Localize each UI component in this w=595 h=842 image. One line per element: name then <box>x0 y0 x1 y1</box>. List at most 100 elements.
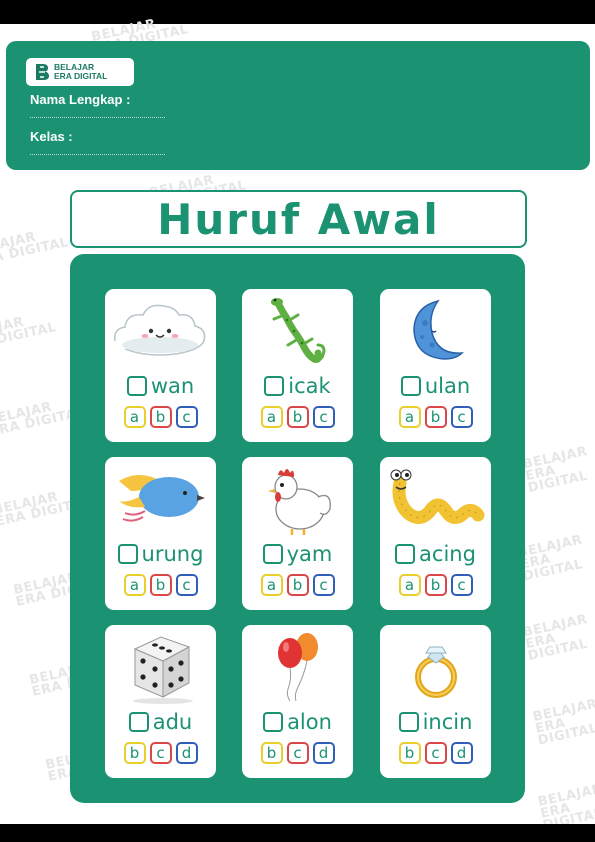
letter-option[interactable]: c <box>450 406 473 428</box>
word-fragment: adu <box>152 710 193 734</box>
page-title: Huruf Awal <box>157 194 440 244</box>
bird-icon <box>105 461 216 539</box>
word-fragment: incin <box>422 710 473 734</box>
watermark: BELAJARERA DIGITAL <box>516 532 585 585</box>
letter-option[interactable]: a <box>260 574 283 596</box>
brand-mark-icon <box>34 63 50 81</box>
watermark: BELAJARERA DIGITAL <box>521 444 590 496</box>
letter-options: a b c <box>105 574 216 596</box>
watermark: BELAJARERA DIGITAL <box>531 696 595 749</box>
name-input-line[interactable] <box>30 117 165 118</box>
word-prompt: yam <box>242 539 353 569</box>
letter-options: a b c <box>242 574 353 596</box>
word-fragment: wan <box>150 374 195 398</box>
letter-option[interactable]: b <box>286 406 309 428</box>
letter-option[interactable]: b <box>260 742 283 764</box>
worksheet-header: BELAJAR ERA DIGITAL Nama Lengkap : Kelas… <box>6 41 590 170</box>
word-prompt: wan <box>105 371 216 401</box>
title-box: Huruf Awal <box>70 190 527 248</box>
letter-option[interactable]: c <box>312 406 335 428</box>
word-prompt: urung <box>105 539 216 569</box>
dice-icon <box>105 629 216 707</box>
answer-box[interactable] <box>400 376 421 396</box>
letter-options: a b c <box>105 406 216 428</box>
balloon-icon <box>242 629 353 707</box>
word-prompt: incin <box>380 707 491 737</box>
chicken-icon <box>242 461 353 539</box>
letter-option[interactable]: a <box>398 574 421 596</box>
name-label: Nama Lengkap : <box>30 92 131 107</box>
word-fragment: urung <box>141 542 204 566</box>
word-prompt: ulan <box>380 371 491 401</box>
letter-option[interactable]: b <box>149 574 172 596</box>
letter-option[interactable]: b <box>286 574 309 596</box>
letter-option[interactable]: c <box>450 574 473 596</box>
letter-option[interactable]: a <box>123 574 146 596</box>
answer-box[interactable] <box>264 376 285 396</box>
bottom-black-bar <box>0 824 595 842</box>
letter-option[interactable]: c <box>424 742 447 764</box>
worm-icon <box>380 461 491 539</box>
letter-option[interactable]: a <box>123 406 146 428</box>
answer-box[interactable] <box>117 544 138 564</box>
exercise-card: yam a b c <box>242 457 353 610</box>
exercise-card: alon b c d <box>242 625 353 778</box>
answer-box[interactable] <box>395 544 416 564</box>
exercise-card: ulan a b c <box>380 289 491 442</box>
letter-option[interactable]: c <box>286 742 309 764</box>
letter-option[interactable]: a <box>398 406 421 428</box>
lizard-icon <box>242 293 353 371</box>
class-label: Kelas : <box>30 129 73 144</box>
word-fragment: ulan <box>424 374 471 398</box>
brand-name: BELAJAR ERA DIGITAL <box>54 62 108 81</box>
answer-box[interactable] <box>128 712 149 732</box>
letter-option[interactable]: b <box>149 406 172 428</box>
letter-option[interactable]: b <box>123 742 146 764</box>
letter-option[interactable]: c <box>175 574 198 596</box>
letter-option[interactable]: a <box>260 406 283 428</box>
watermark: BELAJARERA DIGITAL <box>0 314 58 355</box>
exercise-card: acing a b c <box>380 457 491 610</box>
letter-options: b c d <box>242 742 353 764</box>
word-prompt: acing <box>380 539 491 569</box>
exercise-panel: wan a b c icak a b c ulan a b c urung a … <box>70 254 525 803</box>
word-prompt: alon <box>242 707 353 737</box>
letter-option[interactable]: d <box>450 742 473 764</box>
letter-options: b c d <box>105 742 216 764</box>
exercise-card: adu b c d <box>105 625 216 778</box>
class-input-line[interactable] <box>30 154 165 155</box>
word-fragment: acing <box>419 542 476 566</box>
letter-option[interactable]: c <box>312 574 335 596</box>
letter-option[interactable]: d <box>175 742 198 764</box>
letter-option[interactable]: b <box>398 742 421 764</box>
letter-options: a b c <box>380 406 491 428</box>
word-fragment: alon <box>287 710 332 734</box>
letter-options: b c d <box>380 742 491 764</box>
brand-logo: BELAJAR ERA DIGITAL <box>26 58 134 86</box>
cloud-icon <box>105 293 216 371</box>
answer-box[interactable] <box>126 376 147 396</box>
letter-option[interactable]: b <box>424 406 447 428</box>
word-prompt: icak <box>242 371 353 401</box>
watermark: BELAJARERA DIGITAL <box>0 229 70 270</box>
top-black-bar <box>0 0 595 24</box>
answer-box[interactable] <box>263 712 284 732</box>
letter-option[interactable]: c <box>175 406 198 428</box>
exercise-card: wan a b c <box>105 289 216 442</box>
letter-option[interactable]: c <box>149 742 172 764</box>
exercise-card: icak a b c <box>242 289 353 442</box>
letter-options: a b c <box>242 406 353 428</box>
letter-option[interactable]: b <box>424 574 447 596</box>
watermark: BELAJARERA DIGITAL <box>521 612 590 664</box>
exercise-card: urung a b c <box>105 457 216 610</box>
letter-options: a b c <box>380 574 491 596</box>
answer-box[interactable] <box>398 712 419 732</box>
word-prompt: adu <box>105 707 216 737</box>
moon-icon <box>380 293 491 371</box>
ring-icon <box>380 629 491 707</box>
word-fragment: icak <box>288 374 331 398</box>
answer-box[interactable] <box>262 544 283 564</box>
exercise-card: incin b c d <box>380 625 491 778</box>
word-fragment: yam <box>286 542 333 566</box>
letter-option[interactable]: d <box>312 742 335 764</box>
